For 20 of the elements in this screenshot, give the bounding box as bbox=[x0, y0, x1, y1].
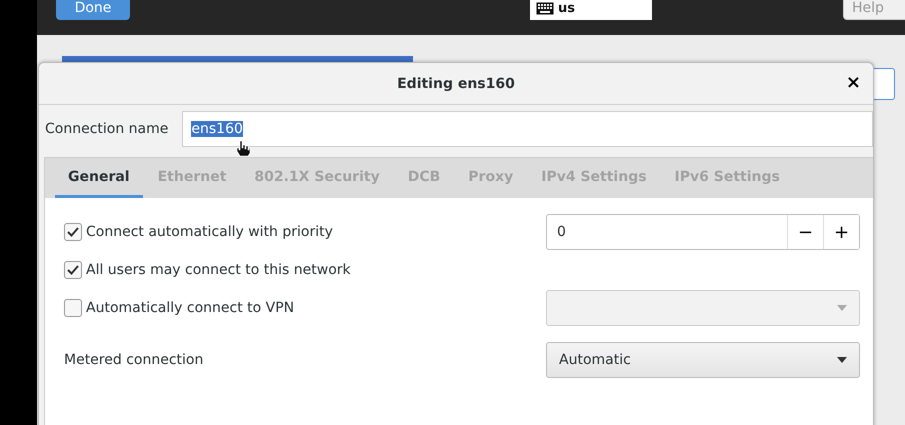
close-button[interactable]: × bbox=[842, 72, 865, 93]
checkbox-label: Connect automatically with priority bbox=[86, 224, 333, 240]
help-button[interactable]: Help bbox=[843, 0, 905, 20]
checkbox-label: Automatically connect to VPN bbox=[86, 300, 294, 316]
keyboard-indicator[interactable]: us bbox=[530, 0, 652, 20]
metered-dropdown[interactable]: Automatic bbox=[546, 342, 860, 378]
checkbox-label: All users may connect to this network bbox=[86, 262, 351, 278]
checkbox[interactable] bbox=[64, 261, 82, 279]
field-label: Metered connection bbox=[64, 352, 204, 368]
keyboard-layout: us bbox=[558, 0, 575, 16]
caret-icon bbox=[837, 305, 847, 311]
caret-icon bbox=[837, 357, 847, 363]
dialog-title: Editing ens160 bbox=[397, 76, 515, 92]
done-button[interactable]: Done bbox=[56, 0, 130, 20]
priority-spinbox[interactable]: 0 − + bbox=[546, 214, 860, 250]
increment-button[interactable]: + bbox=[823, 215, 859, 249]
field-label: Connection name bbox=[45, 121, 168, 137]
checkbox[interactable] bbox=[64, 223, 82, 241]
hand-cursor-icon bbox=[235, 140, 252, 156]
keyboard-icon bbox=[536, 2, 554, 14]
